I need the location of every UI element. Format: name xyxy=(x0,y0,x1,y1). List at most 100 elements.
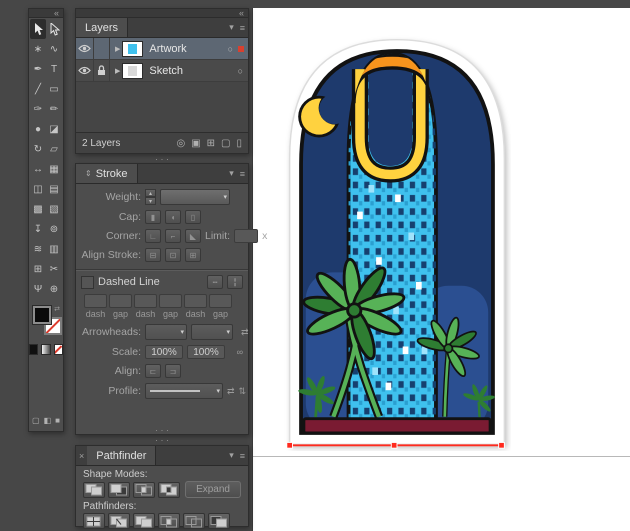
free-transform-tool[interactable]: ▦ xyxy=(46,159,62,179)
target-icon[interactable]: ○ xyxy=(228,44,233,54)
layer-thumbnail[interactable] xyxy=(122,62,144,79)
dash-corners-button[interactable]: ╍ xyxy=(207,275,223,289)
flip-along-icon[interactable]: ⇄ xyxy=(227,386,235,397)
profile-combo[interactable]: ▾ xyxy=(145,383,223,399)
panel-gripper[interactable] xyxy=(75,155,249,162)
spin-down-icon[interactable]: ▾ xyxy=(145,197,156,205)
none-button[interactable] xyxy=(53,344,63,355)
swap-arrowheads-icon[interactable]: ⇄ xyxy=(241,327,249,338)
dash-gap-field[interactable] xyxy=(109,294,132,308)
spin-up-icon[interactable]: ▴ xyxy=(145,189,156,197)
screen-mode-normal[interactable]: ▢ xyxy=(32,416,40,425)
dash-gap-field[interactable] xyxy=(184,294,207,308)
panel-menu-icon[interactable]: ≡ xyxy=(237,446,248,465)
pen-tool[interactable]: ✒ xyxy=(30,59,46,79)
dash-gap-field[interactable] xyxy=(84,294,107,308)
flip-across-icon[interactable]: ⇅ xyxy=(239,386,247,397)
align-tip-button[interactable]: ⊏ xyxy=(145,364,161,378)
lasso-tool[interactable]: ∿ xyxy=(46,39,62,59)
align-end-button[interactable]: ⊐ xyxy=(165,364,181,378)
rectangle-tool[interactable]: ▭ xyxy=(46,79,62,99)
panel-menu-arrow-icon[interactable]: ▾ xyxy=(226,18,237,37)
corner-round-button[interactable]: ⌐ xyxy=(165,229,181,243)
dash-preserve-button[interactable]: ╏ xyxy=(227,275,243,289)
dash-gap-field[interactable] xyxy=(134,294,157,308)
align-stroke-center-button[interactable]: ⊟ xyxy=(145,248,161,262)
magic-wand-tool[interactable]: ∗ xyxy=(30,39,46,59)
target-icon[interactable]: ○ xyxy=(238,66,243,76)
corner-bevel-button[interactable]: ◣ xyxy=(185,229,201,243)
selection-tool[interactable] xyxy=(30,19,46,39)
intersect-button[interactable] xyxy=(133,481,155,498)
layer-row[interactable]: ▶ Sketch ○ xyxy=(76,60,248,82)
arrowhead-end-combo[interactable]: ▾ xyxy=(191,324,233,340)
panel-menu-arrow-icon[interactable]: ▾ xyxy=(226,164,237,183)
outline-button[interactable] xyxy=(183,513,205,529)
lock-toggle[interactable] xyxy=(94,60,110,81)
panel-menu-icon[interactable]: ≡ xyxy=(237,164,248,183)
rotate-tool[interactable]: ↻ xyxy=(30,139,46,159)
trim-button[interactable] xyxy=(108,513,130,529)
column-graph-tool[interactable]: ▥ xyxy=(46,239,62,259)
unite-button[interactable] xyxy=(83,481,105,498)
link-scale-icon[interactable]: ∞ xyxy=(237,347,243,357)
cap-round-button[interactable]: ◖ xyxy=(165,210,181,224)
gradient-tool[interactable]: ▧ xyxy=(46,199,62,219)
cap-projecting-button[interactable]: ▯ xyxy=(185,210,201,224)
dash-gap-field[interactable] xyxy=(209,294,232,308)
visibility-toggle[interactable] xyxy=(76,38,94,59)
layer-name[interactable]: Sketch xyxy=(149,65,237,77)
perspective-grid-tool[interactable]: ▤ xyxy=(46,179,62,199)
paintbrush-tool[interactable]: ✑ xyxy=(30,99,46,119)
tab-stroke[interactable]: ⇕ Stroke xyxy=(76,164,138,183)
make-clipping-mask-button[interactable]: ▣ xyxy=(191,138,200,149)
locate-object-button[interactable]: ◎ xyxy=(176,138,185,149)
align-stroke-outside-button[interactable]: ⊞ xyxy=(185,248,201,262)
panel-menu-arrow-icon[interactable]: ▾ xyxy=(226,446,237,465)
type-tool[interactable]: T xyxy=(46,59,62,79)
blend-tool[interactable]: ⊚ xyxy=(46,219,62,239)
screen-mode-menu[interactable]: ◧ xyxy=(44,416,52,425)
panel-menu-icon[interactable]: ≡ xyxy=(237,18,248,37)
mesh-tool[interactable]: ▩ xyxy=(30,199,46,219)
divide-button[interactable] xyxy=(83,513,105,529)
minus-back-button[interactable] xyxy=(208,513,230,529)
disclosure-icon[interactable]: ▶ xyxy=(115,67,120,75)
cap-butt-button[interactable]: ▮ xyxy=(145,210,161,224)
collapse-icon[interactable]: « xyxy=(239,9,244,18)
layer-name[interactable]: Artwork xyxy=(149,43,227,55)
layers-dockbar[interactable]: « xyxy=(76,9,248,18)
dash-gap-field[interactable] xyxy=(159,294,182,308)
layer-row[interactable]: ▶ Artwork ○ xyxy=(76,38,248,60)
shape-builder-tool[interactable]: ◫ xyxy=(30,179,46,199)
eraser-tool[interactable]: ◪ xyxy=(46,119,62,139)
pencil-tool[interactable]: ✏ xyxy=(46,99,62,119)
slice-tool[interactable]: ✂ xyxy=(46,259,62,279)
fill-swatch[interactable] xyxy=(33,306,51,324)
close-panel-icon[interactable]: × xyxy=(76,446,87,465)
swap-fill-stroke-icon[interactable]: ⇄ xyxy=(54,305,60,313)
merge-button[interactable] xyxy=(133,513,155,529)
line-segment-tool[interactable]: ╱ xyxy=(30,79,46,99)
arrowhead-start-combo[interactable]: ▾ xyxy=(145,324,187,340)
weight-combo[interactable]: ▾ xyxy=(160,189,230,205)
zoom-tool[interactable]: ⊕ xyxy=(46,279,62,299)
artwork-sticker[interactable] xyxy=(283,33,511,451)
artboard-tool[interactable]: ⊞ xyxy=(30,259,46,279)
new-sublayer-button[interactable]: ⊞ xyxy=(207,138,215,149)
gradient-button[interactable] xyxy=(41,344,51,355)
toolbar-dockbar[interactable]: « xyxy=(29,9,63,18)
canvas[interactable] xyxy=(252,8,630,531)
accordion-toggle-icon[interactable]: ⇕ xyxy=(85,169,92,178)
disclosure-icon[interactable]: ▶ xyxy=(115,45,120,53)
tab-pathfinder[interactable]: Pathfinder xyxy=(87,446,157,465)
corner-miter-button[interactable]: ∟ xyxy=(145,229,161,243)
visibility-toggle[interactable] xyxy=(76,60,94,81)
align-stroke-inside-button[interactable]: ⊡ xyxy=(165,248,181,262)
dashed-line-checkbox[interactable] xyxy=(81,275,94,289)
weight-stepper[interactable]: ▴ ▾ xyxy=(145,189,156,205)
panel-gripper[interactable] xyxy=(75,436,249,443)
color-button[interactable] xyxy=(29,344,39,355)
delete-layer-button[interactable]: ▯ xyxy=(236,138,242,149)
scale-start-field[interactable]: 100% xyxy=(145,345,183,359)
